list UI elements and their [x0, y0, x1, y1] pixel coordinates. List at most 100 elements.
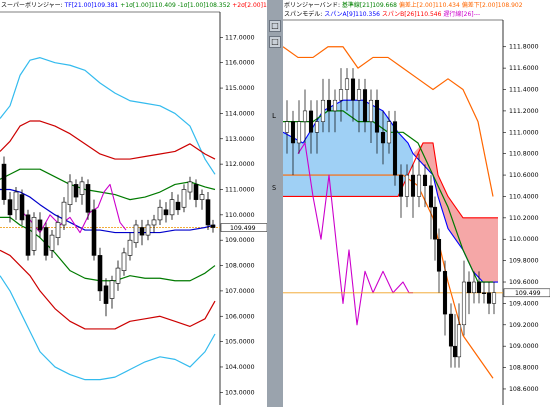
left-chart-pane[interactable]: 117.0000 116.0000 115.0000 114.0000 113.0000… — [0, 0, 267, 407]
right-candle[interactable] — [386, 121, 392, 144]
left-candle[interactable] — [199, 194, 205, 200]
right-candle[interactable] — [392, 121, 398, 176]
left-candle[interactable] — [79, 181, 85, 195]
right-candle[interactable] — [491, 292, 497, 304]
right-candle[interactable] — [296, 121, 302, 144]
right-price-tick-label: 111.4000 — [509, 87, 539, 94]
right-candle[interactable] — [350, 78, 356, 101]
right-price-tick-label: 111.0000 — [509, 129, 539, 136]
right-candle[interactable] — [436, 238, 442, 272]
left-candle[interactable] — [61, 201, 67, 226]
right-price-tick-label: 110.2000 — [509, 215, 539, 222]
left-candle[interactable] — [85, 184, 91, 213]
left-candle[interactable] — [49, 234, 55, 251]
right-candle[interactable] — [302, 110, 308, 122]
right-candle[interactable] — [461, 281, 467, 326]
left-candle[interactable] — [91, 209, 97, 256]
left-candle[interactable] — [181, 189, 187, 208]
left-candle[interactable] — [151, 219, 157, 226]
left-candle[interactable] — [31, 217, 37, 251]
right-candle[interactable] — [398, 174, 404, 197]
left-price-tick-label: 105.0000 — [225, 339, 255, 346]
left-candle[interactable] — [139, 227, 145, 236]
right-candle[interactable] — [374, 99, 380, 133]
right-candle[interactable] — [356, 89, 362, 101]
right-candle[interactable] — [410, 174, 416, 197]
left-candle[interactable] — [43, 227, 49, 256]
right-chart-canvas[interactable]: 111.8000 111.6000 111.4000 111.2000 111.0000… — [283, 0, 550, 407]
right-price-tick-label: 109.2000 — [509, 322, 539, 329]
right-candle[interactable] — [428, 185, 434, 208]
left-candle[interactable] — [145, 224, 151, 236]
right-candle[interactable] — [368, 99, 374, 122]
left-candle[interactable] — [127, 239, 133, 256]
left-candle[interactable] — [133, 224, 139, 244]
left-candle[interactable] — [103, 285, 109, 304]
left-candle[interactable] — [7, 199, 13, 216]
right-price-tick-label: 108.6000 — [509, 386, 539, 393]
right-candle[interactable] — [308, 110, 314, 133]
left-price-tick-label: 113.0000 — [225, 136, 255, 143]
separator-box-button[interactable]: □ — [269, 20, 281, 32]
right-candle[interactable] — [476, 281, 482, 293]
pane-separator[interactable]: □ □ L S — [267, 0, 283, 407]
right-candle[interactable] — [284, 121, 290, 133]
right-candle[interactable] — [344, 78, 350, 90]
left-candle[interactable] — [13, 191, 19, 211]
right-candle[interactable] — [338, 89, 344, 101]
right-candle[interactable] — [314, 121, 320, 133]
right-candle[interactable] — [332, 99, 338, 112]
right-candle[interactable] — [442, 271, 448, 315]
right-bb-legend-item: 偏差上[2.00]110.434 — [397, 1, 460, 9]
right-candle[interactable] — [466, 281, 472, 293]
right-candle[interactable] — [320, 99, 326, 122]
left-candle[interactable] — [121, 252, 127, 271]
left-candle[interactable] — [1, 163, 7, 200]
right-candle[interactable] — [481, 292, 487, 294]
left-candle[interactable] — [73, 184, 79, 198]
right-candle[interactable] — [448, 313, 454, 347]
left-price-tick-label: 114.0000 — [225, 110, 255, 117]
left-candle[interactable] — [210, 224, 216, 228]
right-candle[interactable] — [422, 174, 428, 187]
right-candle[interactable] — [452, 345, 458, 358]
left-candle[interactable] — [115, 267, 121, 284]
left-legend-item: TF[21.00]109.381 — [63, 2, 119, 9]
left-candle[interactable] — [187, 181, 193, 193]
left-candle[interactable] — [109, 280, 115, 299]
separator-label-l: L — [272, 112, 277, 120]
left-price-tick-label: 117.0000 — [225, 34, 255, 41]
left-candle[interactable] — [193, 184, 199, 200]
left-candle[interactable] — [157, 206, 163, 221]
left-candle[interactable] — [175, 201, 181, 211]
left-candle[interactable] — [37, 219, 43, 231]
left-legend: スーパーボリンジャー: TF[21.00]109.381 +1σ[1.00]11… — [1, 1, 267, 9]
left-candle[interactable] — [55, 222, 61, 238]
right-price-tick-label: 110.8000 — [509, 151, 539, 158]
left-candle[interactable] — [25, 214, 31, 256]
right-candle[interactable] — [290, 121, 296, 144]
left-candle[interactable] — [169, 199, 175, 216]
right-candle[interactable] — [486, 292, 492, 304]
right-chart-pane[interactable]: 111.8000 111.6000 111.4000 111.2000 111.0000… — [283, 0, 550, 407]
left-price-tick-label: 104.0000 — [225, 364, 255, 371]
right-candle[interactable] — [326, 99, 332, 112]
right-price-tick-label: 109.8000 — [509, 258, 539, 265]
right-candle[interactable] — [471, 281, 477, 293]
right-span-legend-item: スパンA[9]110.356 — [322, 11, 380, 18]
left-candle[interactable] — [67, 181, 73, 205]
left-candle[interactable] — [97, 255, 103, 292]
left-chart-canvas[interactable]: 117.0000 116.0000 115.0000 114.0000 113.0000… — [0, 0, 267, 407]
left-candle[interactable] — [205, 199, 211, 226]
right-candle[interactable] — [416, 174, 422, 197]
right-candle[interactable] — [380, 132, 386, 144]
separator-collapse-button[interactable]: □ — [269, 36, 281, 48]
right-candle[interactable] — [404, 174, 410, 197]
right-candle[interactable] — [456, 324, 462, 358]
right-candle[interactable] — [362, 89, 368, 122]
left-price-tick-label: 116.0000 — [225, 60, 255, 67]
right-bb-legend-item: 偏差下[2.00]108.902 — [460, 1, 523, 9]
left-candle[interactable] — [19, 194, 25, 221]
right-candle[interactable] — [432, 206, 438, 240]
left-candle[interactable] — [163, 209, 169, 216]
